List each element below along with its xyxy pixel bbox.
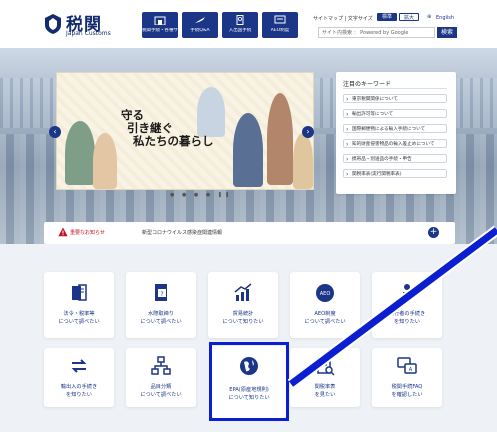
exchange-icon (71, 359, 87, 373)
keyword-link[interactable]: 関税率表(実行関税率表) (343, 169, 447, 178)
keywords-panel: 注目のキーワード 東京税関関係について 輸出許可等について 国際郵便物による輸入… (336, 72, 456, 194)
tile-tariff-table[interactable]: 関税率表 を見たい (290, 348, 360, 407)
keyword-link[interactable]: 国際郵便物による輸入手続について (343, 124, 447, 133)
chart-icon (234, 283, 252, 301)
keyword-link[interactable]: 輸出許可等について (343, 109, 447, 118)
search-input[interactable]: サイト内検索 ： Powered by Google (318, 27, 435, 38)
illustration-figure (93, 133, 117, 189)
tile-laws[interactable]: 法令・税率等 について調べたい (44, 272, 114, 338)
book-icon (72, 284, 87, 301)
hero-slogan: 守る 引き継ぐ 私たちの暮らし (121, 108, 214, 148)
tile-classification[interactable]: 品目分類 について調べたい (126, 348, 196, 407)
keywords-title: 注目のキーワード (343, 81, 392, 88)
nav-button-label: 税関手続・各種サービス (142, 28, 178, 33)
svg-text:?: ? (160, 291, 163, 298)
site-header: 税関 Japan Customs 税関手続・各種サービス 手続Q&A 入出国手続… (0, 0, 497, 48)
svg-text:AEO: AEO (320, 291, 331, 297)
warning-icon (58, 227, 68, 237)
font-size-large-button[interactable]: 拡大 (399, 13, 419, 21)
utility-links[interactable]: サイトマップ | 文字サイズ (313, 15, 373, 22)
expand-notice-button[interactable]: + (428, 227, 439, 238)
aeo-icon: AEO (316, 284, 334, 302)
keyword-link[interactable]: 携帯品・別送品の手続・申告 (343, 154, 447, 163)
nav-button-label: 入出国手続 (228, 28, 252, 33)
hierarchy-icon (151, 356, 171, 375)
tile-border-control[interactable]: ? 水際取締り について調べたい (126, 272, 196, 338)
carousel-next-button[interactable]: › (302, 126, 314, 138)
notice-label: 重要なお知らせ (70, 230, 105, 236)
tile-faq[interactable]: A 税関手続FAQ を確認したい (372, 348, 442, 407)
tariff-table-icon (317, 357, 335, 376)
illustration-figure (65, 121, 95, 185)
language-link[interactable]: English (436, 15, 454, 21)
nav-button-aeo[interactable]: AEO制度 (262, 12, 298, 38)
faq-icon: A (397, 357, 417, 374)
tile-trade-statistics[interactable]: 貿易統計 について知りたい (208, 272, 278, 338)
document-icon: ? (155, 284, 167, 301)
font-size-standard-button[interactable]: 標準 (377, 13, 397, 21)
important-notice-bar[interactable]: 重要なお知らせ 新型コロナウイルス感染症関連情報 + (44, 222, 455, 244)
passport-icon (236, 15, 244, 25)
tile-travelers[interactable]: 旅行者の手続き を知りたい (372, 272, 442, 338)
illustration-figure (293, 133, 313, 189)
certificate-icon (274, 15, 286, 24)
plane-icon (195, 17, 205, 23)
site-logo[interactable]: 税関 Japan Customs (44, 12, 154, 38)
customs-emblem-icon (45, 14, 61, 34)
hero-banner[interactable]: 守る 引き継ぐ 私たちの暮らし (56, 72, 314, 190)
search-button[interactable]: 検索 (437, 27, 457, 38)
nav-button-qa[interactable]: 手続Q&A (182, 12, 218, 38)
illustration-figure (233, 113, 263, 187)
building-icon (154, 16, 166, 25)
traveler-icon (403, 284, 411, 301)
keyword-link[interactable]: 東京税関関係について (343, 94, 447, 103)
svg-text:A: A (409, 367, 413, 373)
nav-button-label: 手続Q&A (190, 28, 210, 33)
carousel-pager[interactable]: ● ● ● ● ❚❚ (170, 192, 232, 198)
nav-button-immigration[interactable]: 入出国手続 (222, 12, 258, 38)
globe-icon: ⊕ (427, 14, 432, 20)
nav-button-label: AEO制度 (270, 28, 290, 33)
illustration-figure (267, 93, 293, 185)
carousel-prev-button[interactable]: ‹ (49, 126, 61, 138)
notice-text[interactable]: 新型コロナウイルス感染症関連情報 (142, 229, 222, 236)
nav-button-services[interactable]: 税関手続・各種サービス (142, 12, 178, 38)
tile-aeo[interactable]: AEO AEO制度 について調べたい (290, 272, 360, 338)
keyword-link[interactable]: 知的財産侵害物品の輸入差止めについて (343, 139, 447, 148)
tile-import-export[interactable]: 輸出入の手続き を知りたい (44, 348, 114, 407)
highlight-box (209, 342, 289, 421)
logo-subtitle: Japan Customs (66, 30, 111, 37)
